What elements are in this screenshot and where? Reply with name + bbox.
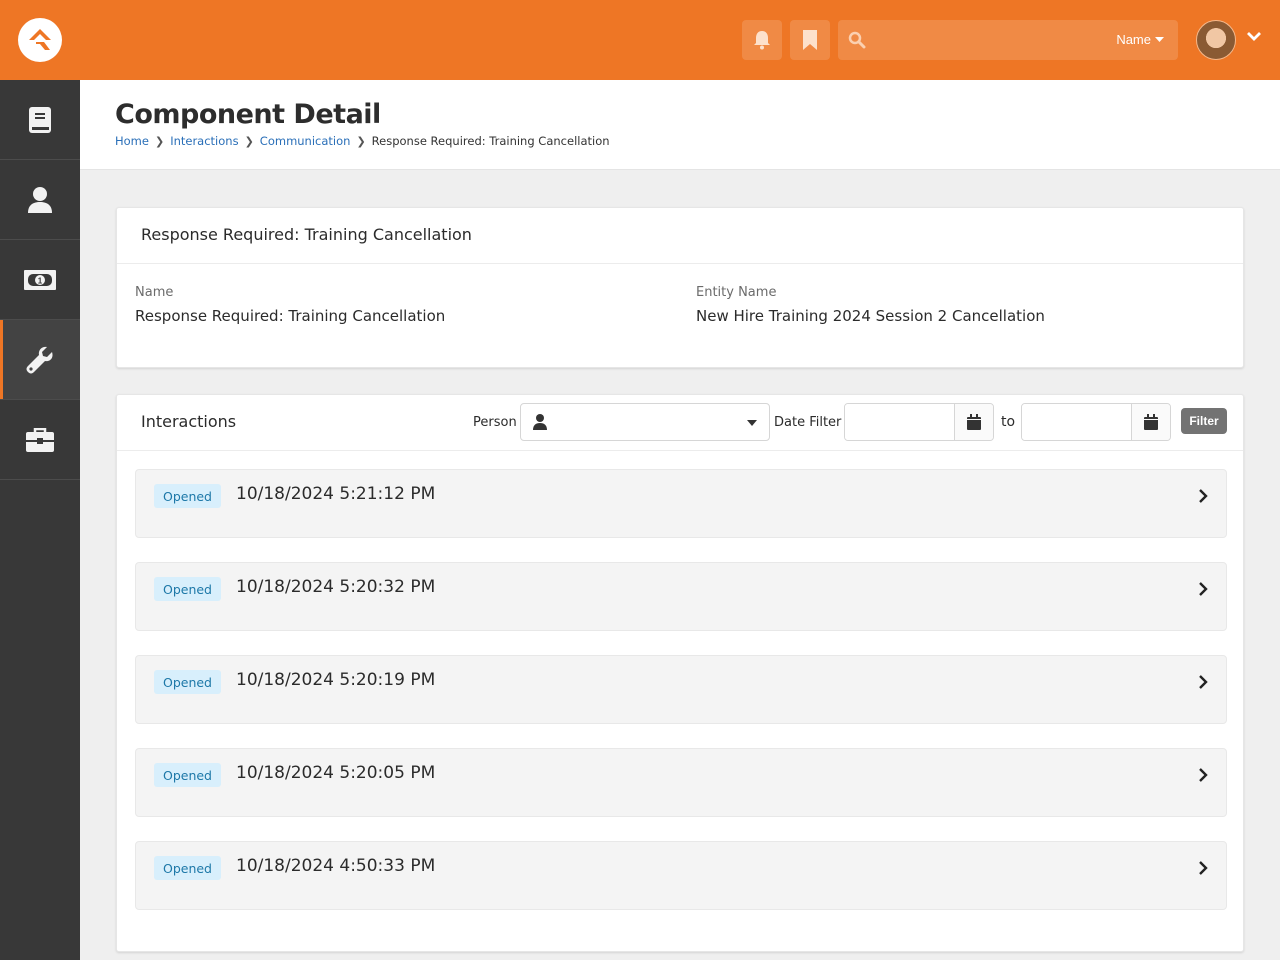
chevron-right-icon (1199, 861, 1208, 875)
date-to-input[interactable] (1022, 404, 1131, 440)
name-label: Name (135, 285, 174, 300)
top-bar: Name (0, 0, 1280, 80)
breadcrumb-current: Response Required: Training Cancellation (371, 134, 610, 148)
interaction-timestamp: 10/18/2024 5:20:05 PM (236, 763, 436, 783)
details-panel-title: Response Required: Training Cancellation (117, 208, 1243, 264)
breadcrumb-separator-icon: ❯ (154, 134, 165, 148)
status-badge: Opened (154, 577, 221, 601)
calendar-icon (1144, 414, 1158, 430)
search-scope-dropdown[interactable]: Name (1116, 32, 1164, 47)
search-icon (848, 31, 866, 49)
interaction-timestamp: 10/18/2024 5:20:19 PM (236, 670, 436, 690)
chevron-right-icon (1199, 768, 1208, 782)
book-icon (29, 106, 51, 133)
date-filter-label: Date Filter (774, 415, 842, 430)
notifications-button[interactable] (742, 20, 782, 60)
chevron-down-icon[interactable] (1246, 30, 1262, 42)
name-field: Name Response Required: Training Cancell… (135, 285, 445, 325)
interaction-row[interactable]: Opened 10/18/2024 5:20:19 PM (135, 655, 1227, 724)
money-icon: 1 (24, 269, 56, 290)
chevron-right-icon (1199, 582, 1208, 596)
caret-down-icon (747, 420, 757, 426)
breadcrumb: Home ❯ Interactions ❯ Communication ❯ Re… (115, 134, 610, 148)
name-value: Response Required: Training Cancellation (135, 307, 446, 325)
chevron-right-icon (1199, 489, 1208, 503)
breadcrumb-home[interactable]: Home (115, 134, 149, 148)
entity-name-label: Entity Name (696, 285, 777, 300)
person-icon (533, 414, 547, 430)
interaction-timestamp: 10/18/2024 5:21:12 PM (236, 484, 436, 504)
search-scope-label: Name (1116, 32, 1151, 47)
svg-text:1: 1 (38, 276, 43, 285)
sidebar: 1 (0, 80, 80, 960)
caret-down-icon (1155, 36, 1164, 42)
interaction-timestamp: 10/18/2024 4:50:33 PM (236, 856, 436, 876)
search-bar: Name (838, 20, 1178, 60)
status-badge: Opened (154, 856, 221, 880)
page-header: Component Detail Home ❯ Interactions ❯ C… (80, 80, 1280, 170)
component-details-panel: Response Required: Training Cancellation… (116, 207, 1244, 368)
date-to-picker (1021, 403, 1171, 441)
breadcrumb-communication[interactable]: Communication (260, 134, 351, 148)
status-badge: Opened (154, 670, 221, 694)
breadcrumb-separator-icon: ❯ (356, 134, 366, 148)
sidebar-item-admin-tools[interactable] (0, 320, 80, 400)
rock-logo[interactable] (18, 18, 62, 62)
status-badge: Opened (154, 763, 221, 787)
bell-icon (754, 31, 770, 50)
interactions-panel-header: Interactions Person Date Filter to Filte… (117, 395, 1243, 451)
date-from-picker (844, 403, 994, 441)
logo-icon (29, 29, 51, 50)
date-to-calendar-button[interactable] (1131, 404, 1170, 440)
interactions-panel: Interactions Person Date Filter to Filte… (116, 394, 1244, 952)
person-filter-label: Person (473, 415, 517, 430)
bookmark-icon (803, 30, 817, 50)
calendar-icon (967, 414, 981, 430)
bookmarks-button[interactable] (790, 20, 830, 60)
entity-name-field: Entity Name New Hire Training 2024 Sessi… (696, 285, 1045, 325)
interaction-row[interactable]: Opened 10/18/2024 5:20:32 PM (135, 562, 1227, 631)
date-range-to-label: to (1001, 414, 1016, 430)
user-avatar[interactable] (1196, 20, 1236, 60)
interactions-title: Interactions (141, 412, 237, 431)
person-icon (28, 186, 52, 213)
sidebar-item-book[interactable] (0, 80, 80, 160)
page-title: Component Detail (115, 99, 381, 130)
date-from-input[interactable] (845, 404, 954, 440)
interaction-timestamp: 10/18/2024 5:20:32 PM (236, 577, 436, 597)
interaction-row[interactable]: Opened 10/18/2024 5:20:05 PM (135, 748, 1227, 817)
filter-button[interactable]: Filter (1181, 408, 1227, 434)
person-picker[interactable] (520, 403, 770, 441)
breadcrumb-separator-icon: ❯ (244, 134, 254, 148)
interaction-row[interactable]: Opened 10/18/2024 4:50:33 PM (135, 841, 1227, 910)
briefcase-icon (26, 427, 54, 452)
sidebar-item-people[interactable] (0, 160, 80, 240)
date-from-calendar-button[interactable] (954, 404, 993, 440)
wrench-icon (26, 346, 53, 373)
entity-name-value: New Hire Training 2024 Session 2 Cancell… (696, 307, 1045, 325)
breadcrumb-interactions[interactable]: Interactions (170, 134, 238, 148)
sidebar-item-finance[interactable]: 1 (0, 240, 80, 320)
search-input[interactable] (874, 26, 1094, 54)
interaction-row[interactable]: Opened 10/18/2024 5:21:12 PM (135, 469, 1227, 538)
status-badge: Opened (154, 484, 221, 508)
sidebar-item-jobs[interactable] (0, 400, 80, 480)
chevron-right-icon (1199, 675, 1208, 689)
